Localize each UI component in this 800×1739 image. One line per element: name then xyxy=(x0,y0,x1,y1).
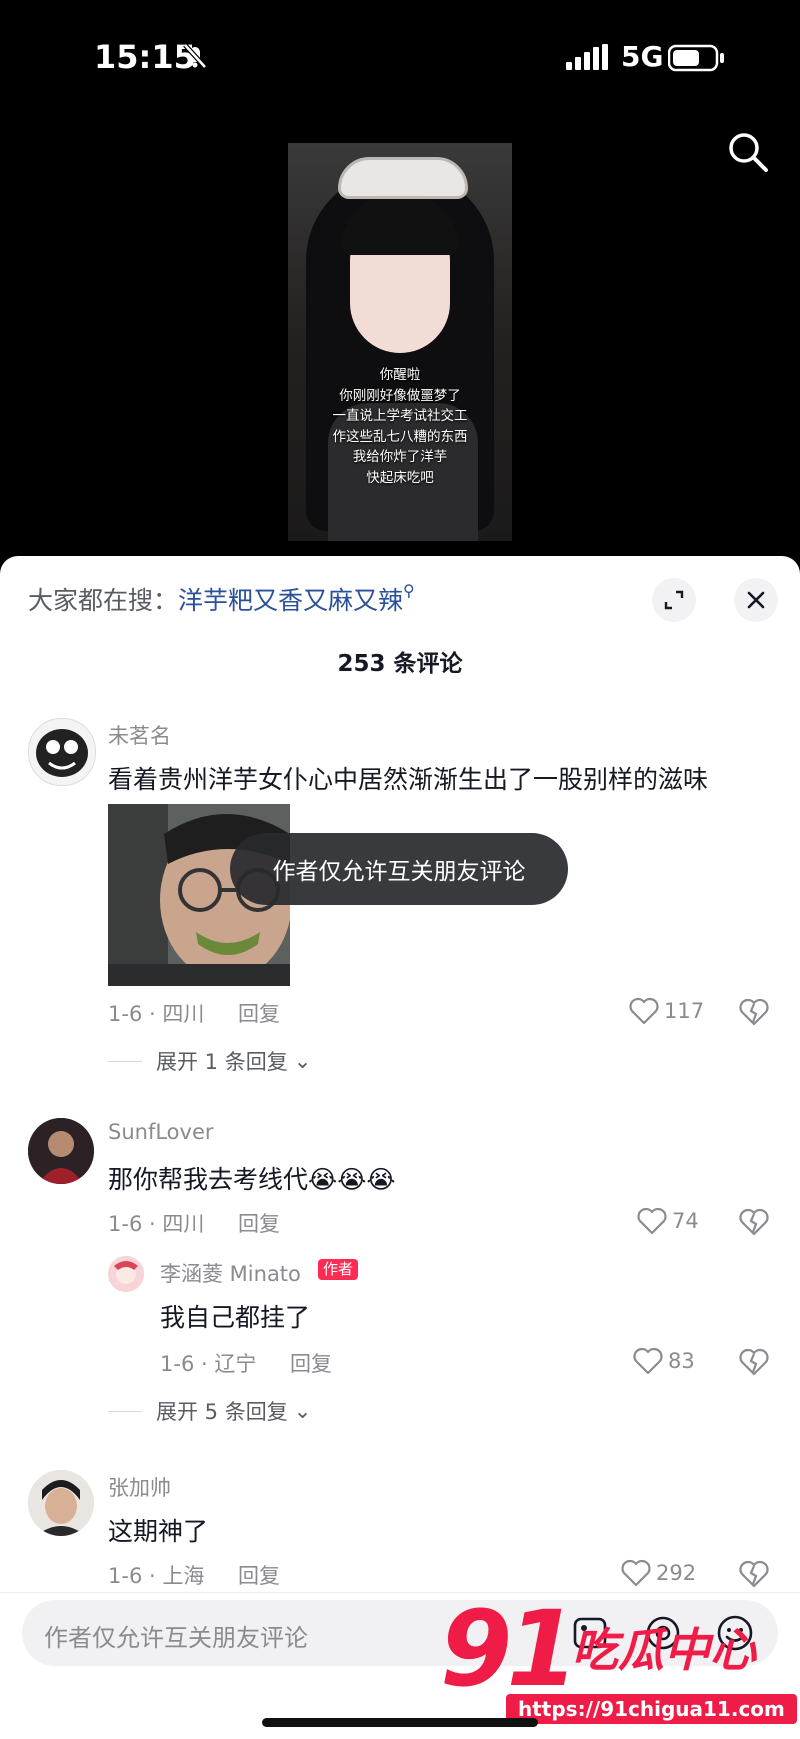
like-button[interactable]: 83 xyxy=(632,1346,695,1376)
heart-icon xyxy=(633,1347,663,1375)
like-count: 83 xyxy=(668,1349,695,1373)
like-button[interactable]: 74 xyxy=(636,1206,699,1236)
avatar[interactable] xyxy=(108,1256,144,1292)
watermark-logo: 91 吃瓜中心 https://91chigua11.com xyxy=(440,1588,797,1738)
comment-text[interactable]: 看着贵州洋芋女仆心中居然渐渐生出了一股别样的滋味 xyxy=(108,760,708,796)
comment-text[interactable]: 那你帮我去考线代😭😭😭 xyxy=(108,1160,396,1196)
close-button[interactable] xyxy=(734,578,778,622)
heart-icon xyxy=(621,1559,651,1587)
comment-text[interactable]: 我自己都挂了 xyxy=(160,1298,310,1334)
comment-username[interactable]: 张加帅 xyxy=(108,1472,171,1502)
expand-icon xyxy=(664,590,684,610)
dislike-icon[interactable] xyxy=(738,996,770,1028)
heart-icon xyxy=(637,1207,667,1235)
author-badge: 作者 xyxy=(318,1259,359,1280)
expand-replies[interactable]: 展开 5 条回复 ⌄ xyxy=(108,1396,311,1426)
reply-button[interactable]: 回复 xyxy=(290,1348,332,1378)
network-type: 5G xyxy=(621,40,664,73)
comment-input-placeholder: 作者仅允许互关朋友评论 xyxy=(44,1624,308,1652)
expand-sheet-button[interactable] xyxy=(652,578,696,622)
close-icon xyxy=(747,591,765,609)
status-bar: 15:15 5G xyxy=(0,0,800,120)
reply-button[interactable]: 回复 xyxy=(238,998,280,1028)
like-count: 74 xyxy=(672,1209,699,1233)
chevron-down-icon: ⌄ xyxy=(293,1049,312,1073)
dislike-icon[interactable] xyxy=(738,1206,770,1238)
comment-text[interactable]: 这期神了 xyxy=(108,1512,208,1548)
comment-count: 253 条评论 xyxy=(337,651,463,677)
like-count: 292 xyxy=(656,1561,697,1585)
search-icon[interactable] xyxy=(726,130,770,174)
like-button[interactable]: 117 xyxy=(628,996,704,1026)
comment-username[interactable]: SunfLover xyxy=(108,1120,214,1144)
video-preview[interactable]: 你醒啦 你刚刚好像做噩梦了 一直说上学考试社交工 作这些乱七八糟的东西 我给你炸… xyxy=(288,143,512,541)
heart-icon xyxy=(629,997,659,1025)
comment-username[interactable]: 李涵菱 Minato xyxy=(160,1258,301,1288)
like-count: 117 xyxy=(664,999,705,1023)
reply-button[interactable]: 回复 xyxy=(238,1560,280,1590)
comment-date-location: 1-6 · 上海 xyxy=(108,1564,205,1588)
reply-button[interactable]: 回复 xyxy=(238,1208,280,1238)
video-subtitles: 你醒啦 你刚刚好像做噩梦了 一直说上学考试社交工 作这些乱七八糟的东西 我给你炸… xyxy=(332,367,468,486)
bell-muted-icon xyxy=(183,43,207,69)
comment-date-location: 1-6 · 四川 xyxy=(108,1212,205,1236)
like-button[interactable]: 292 xyxy=(620,1558,696,1588)
hot-search-keyword[interactable]: 洋芋粑又香又麻又辣 xyxy=(178,586,403,615)
comment-date-location: 1-6 · 四川 xyxy=(108,1002,205,1026)
dislike-icon[interactable] xyxy=(738,1346,770,1378)
expand-replies[interactable]: 展开 1 条回复 ⌄ xyxy=(108,1046,311,1076)
comment-username[interactable]: 未茗名 xyxy=(108,720,171,750)
hot-search[interactable]: 大家都在搜：洋芋粑又香又麻又辣⚲ xyxy=(28,581,415,617)
comment-date-location: 1-6 · 辽宁 xyxy=(160,1352,257,1376)
toast-message: 作者仅允许互关朋友评论 xyxy=(230,833,568,905)
battery-icon xyxy=(668,44,724,72)
cellular-signal-icon xyxy=(566,44,608,70)
search-mini-icon: ⚲ xyxy=(403,581,415,600)
dislike-icon[interactable] xyxy=(738,1558,770,1590)
avatar[interactable] xyxy=(28,718,96,786)
chevron-down-icon: ⌄ xyxy=(293,1399,312,1423)
avatar[interactable] xyxy=(28,1118,94,1184)
home-indicator[interactable] xyxy=(262,1718,538,1727)
avatar[interactable] xyxy=(28,1470,94,1536)
